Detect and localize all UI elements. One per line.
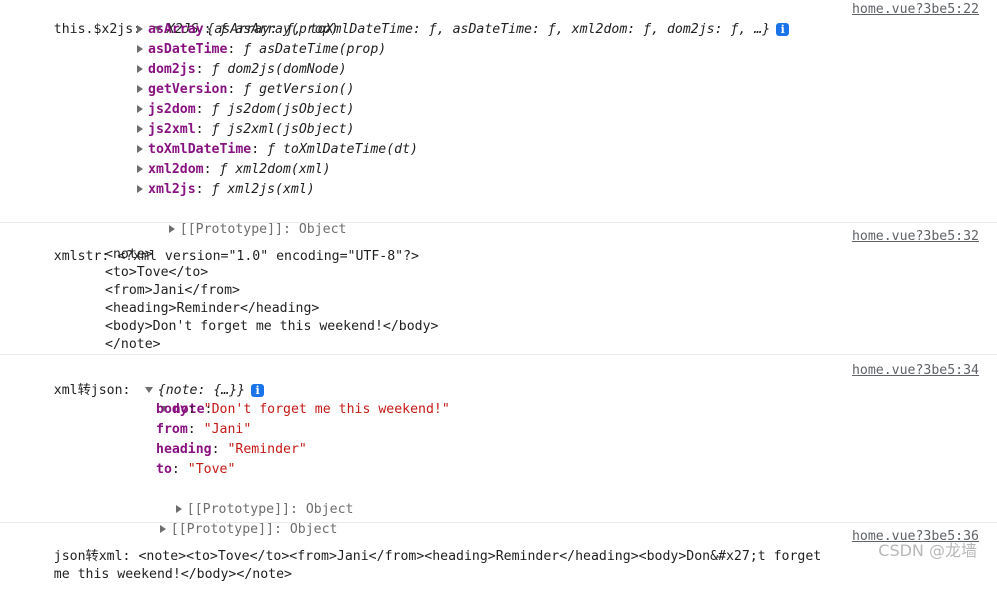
property-value: "Tove" [187, 462, 236, 477]
property-key: body [156, 402, 188, 417]
json-property-row: body: "Don't forget me this weekend!" [156, 402, 450, 417]
console-entry-x2js: this.$x2js: X2JS {asArray: ƒ, toXmlDateT… [0, 0, 997, 237]
property-key: heading [156, 442, 212, 457]
watermark: CSDN @龙墙 [878, 541, 977, 560]
collapse-triangle-icon[interactable] [137, 45, 143, 53]
property-separator: : [227, 42, 244, 57]
property-key: js2xml [148, 122, 196, 137]
property-row[interactable]: asArray: ƒ asArray(prop) [137, 20, 339, 40]
property-value: "Don't forget me this weekend!" [203, 402, 450, 417]
property-row[interactable]: js2dom: ƒ js2dom(jsObject) [137, 100, 354, 120]
property-key: from [156, 422, 188, 437]
property-row[interactable]: asDateTime: ƒ asDateTime(prop) [137, 40, 386, 60]
property-key: xml2dom [148, 162, 204, 177]
console-entry-json-to-xml: json转xml: <note><to>Tove</to><from>Jani<… [0, 523, 997, 582]
collapse-triangle-icon[interactable] [137, 25, 143, 33]
property-key: xml2js [148, 182, 196, 197]
property-value: ƒ toXmlDateTime(dt) [267, 142, 418, 157]
property-row[interactable]: dom2js: ƒ dom2js(domNode) [137, 60, 347, 80]
xml-line: <heading>Reminder</heading> [105, 301, 320, 316]
collapse-triangle-icon[interactable] [137, 185, 143, 193]
property-key: to [156, 462, 172, 477]
xml-line: <from>Jani</from> [105, 283, 240, 298]
prototype-row[interactable]: [[Prototype]]: Object [144, 480, 354, 517]
property-value: "Reminder" [227, 442, 307, 457]
collapse-triangle-icon[interactable] [137, 145, 143, 153]
property-value: ƒ asArray(prop) [219, 22, 339, 37]
xml-output-line: me this weekend!</body></note> [53, 567, 292, 582]
console-entry-xmlstr: xmlstr: <?xml version="1.0" encoding="UT… [0, 223, 997, 355]
property-separator: : [195, 62, 212, 77]
property-value: ƒ getVersion() [243, 82, 355, 97]
source-link[interactable]: home.vue?3be5:34 [852, 361, 979, 381]
property-value: ƒ dom2js(domNode) [211, 62, 347, 77]
x2js-object-toggle[interactable]: X2JS {asArray: ƒ, toXmlDateTime: ƒ, asDa… [122, 0, 790, 37]
property-value: ƒ xml2js(xml) [211, 182, 315, 197]
source-link[interactable]: home.vue?3be5:22 [852, 0, 979, 20]
property-value: ƒ js2dom(jsObject) [211, 102, 355, 117]
prototype-row[interactable]: [[Prototype]]: Object [137, 200, 347, 237]
json-property-row: from: "Jani" [156, 422, 252, 437]
xml-line: <to>Tove</to> [105, 265, 209, 280]
collapse-triangle-icon[interactable] [137, 85, 143, 93]
log-label: xmlstr: [53, 249, 110, 264]
console-entry-xml-to-json: xml转json: {note: {…}} i home.vue?3be5:34 … [0, 355, 997, 537]
property-separator: : [203, 22, 220, 37]
collapse-triangle-icon[interactable] [137, 105, 143, 113]
xml-line: <body>Don't forget me this weekend!</bod… [105, 319, 439, 334]
collapse-triangle-icon[interactable] [137, 165, 143, 173]
property-value: ƒ asDateTime(prop) [243, 42, 387, 57]
property-separator: : [195, 122, 212, 137]
property-key: asArray [148, 22, 204, 37]
property-separator: : [251, 142, 268, 157]
property-separator: : [195, 182, 212, 197]
xml-first-line: <?xml version="1.0" encoding="UTF-8"?> [117, 249, 419, 264]
xml-line: </note> [105, 337, 161, 352]
property-key: asDateTime [148, 42, 228, 57]
property-separator: : [195, 102, 212, 117]
json-property-row: heading: "Reminder" [156, 442, 307, 457]
property-key: js2dom [148, 102, 196, 117]
prototype-row[interactable]: [[Prototype]]: Object [128, 500, 338, 537]
property-row[interactable]: getVersion: ƒ getVersion() [137, 80, 354, 100]
info-icon[interactable]: i [251, 383, 265, 397]
note-toggle[interactable]: note: [128, 380, 212, 417]
property-value: ƒ js2xml(jsObject) [211, 122, 355, 137]
property-row[interactable]: js2xml: ƒ js2xml(jsObject) [137, 120, 354, 140]
property-row[interactable]: xml2dom: ƒ xml2dom(xml) [137, 160, 331, 180]
collapse-triangle-icon[interactable] [137, 125, 143, 133]
property-row[interactable]: toXmlDateTime: ƒ toXmlDateTime(dt) [137, 140, 418, 160]
source-link[interactable]: home.vue?3be5:32 [852, 227, 979, 247]
collapse-triangle-icon[interactable] [137, 65, 143, 73]
json-object-toggle[interactable]: {note: {…}} i [113, 361, 265, 398]
property-key: dom2js [148, 62, 196, 77]
property-key: getVersion [148, 82, 228, 97]
property-row[interactable]: xml2js: ƒ xml2js(xml) [137, 180, 315, 200]
property-separator: : [227, 82, 244, 97]
property-separator: : [203, 162, 220, 177]
json-property-row: to: "Tove" [156, 462, 236, 477]
xml-line: <note> [105, 247, 153, 262]
property-value: ƒ xml2dom(xml) [219, 162, 331, 177]
property-key: toXmlDateTime [148, 142, 252, 157]
info-icon[interactable]: i [776, 22, 790, 36]
property-value: "Jani" [203, 422, 252, 437]
